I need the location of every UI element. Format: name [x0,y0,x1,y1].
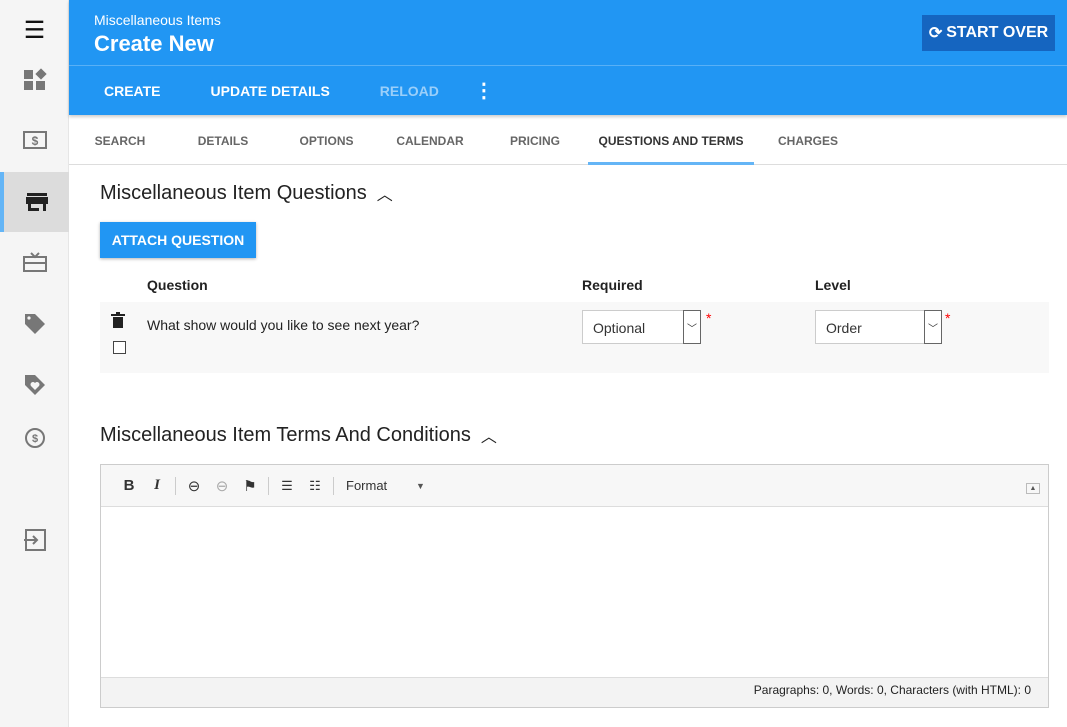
required-asterisk: * [706,310,712,326]
table-row: What show would you like to see next yea… [100,302,1049,373]
editor-status: Paragraphs: 0, Words: 0, Characters (wit… [101,677,1048,707]
dashboard-icon[interactable] [0,50,69,110]
editor-toolbar: B I ⊖ ⊖ ⚑ ☰ ☷ Format ▼ ▲ [101,465,1048,507]
chevron-down-icon: ﹀ [683,310,701,344]
row-checkbox[interactable] [113,341,126,354]
tab-options[interactable]: OPTIONS [275,115,378,165]
start-over-label: START OVER [946,24,1049,41]
bulleted-list-icon[interactable]: ☷ [301,478,329,494]
col-required: Required [582,277,643,293]
chevron-up-icon[interactable]: ︿ [481,423,497,447]
question-text: What show would you like to see next yea… [147,317,420,333]
header-subtitle: Miscellaneous Items [94,12,221,28]
svg-text:$: $ [31,134,38,148]
tab-charges[interactable]: CHARGES [754,115,862,165]
reload-button[interactable]: RELOAD [355,83,464,99]
col-question: Question [147,277,208,293]
link-icon[interactable]: ⊖ [180,477,208,495]
level-select[interactable]: Order ﹀ [815,310,942,344]
header: Miscellaneous Items Create New ⟳ START OV… [69,0,1067,115]
unlink-icon[interactable]: ⊖ [208,477,236,495]
editor-content[interactable] [101,507,1048,677]
flag-icon[interactable]: ⚑ [236,477,264,495]
caret-down-icon[interactable]: ▼ [416,481,425,491]
numbered-list-icon[interactable]: ☰ [273,478,301,494]
money-icon[interactable]: $ [0,110,69,170]
col-level: Level [815,277,851,293]
required-value: Optional [593,320,646,336]
sidebar: ☰ $ $ [0,0,69,727]
terms-title: Miscellaneous Item Terms And Conditions [100,423,471,446]
collapse-toolbar-icon[interactable]: ▲ [1026,483,1040,494]
tag-icon[interactable] [0,294,69,354]
tab-calendar[interactable]: CALENDAR [378,115,482,165]
chevron-up-icon[interactable]: ︿ [377,181,393,205]
tab-pricing[interactable]: PRICING [482,115,588,165]
tab-details[interactable]: DETAILS [171,115,275,165]
more-vert-icon[interactable]: ⋮ [464,78,504,103]
page-title: Create New [94,31,214,56]
update-details-button[interactable]: UPDATE DETAILS [186,83,355,99]
attach-question-button[interactable]: ATTACH QUESTION [100,222,256,258]
trash-icon[interactable] [111,312,125,333]
store-icon[interactable] [0,172,69,232]
gift-card-icon[interactable] [0,232,69,292]
questions-title: Miscellaneous Item Questions [100,181,367,204]
tab-search[interactable]: SEARCH [69,115,171,165]
questions-section-title[interactable]: Miscellaneous Item Questions ︿ [100,181,393,205]
exit-icon[interactable] [0,510,69,570]
tab-questions-and-terms[interactable]: QUESTIONS AND TERMS [588,115,754,165]
level-value: Order [826,320,862,336]
required-asterisk: * [945,310,951,326]
currency-exchange-icon[interactable]: $ [0,408,69,468]
tab-bar: SEARCH DETAILS OPTIONS CALENDAR PRICING … [69,115,1067,165]
terms-section-title[interactable]: Miscellaneous Item Terms And Conditions ︿ [100,423,497,447]
bold-icon[interactable]: B [115,477,143,494]
format-dropdown[interactable]: Format [346,478,416,493]
tag-heart-icon[interactable] [0,355,69,415]
refresh-icon: ⟳ [928,25,943,42]
rich-text-editor: B I ⊖ ⊖ ⚑ ☰ ☷ Format ▼ ▲ Paragraphs: 0, … [100,464,1049,708]
create-button[interactable]: CREATE [69,83,186,99]
required-select[interactable]: Optional ﹀ [582,310,701,344]
chevron-down-icon: ﹀ [924,310,942,344]
italic-icon[interactable]: I [143,477,171,494]
start-over-button[interactable]: ⟳ START OVER [922,15,1055,51]
svg-text:$: $ [31,433,37,445]
